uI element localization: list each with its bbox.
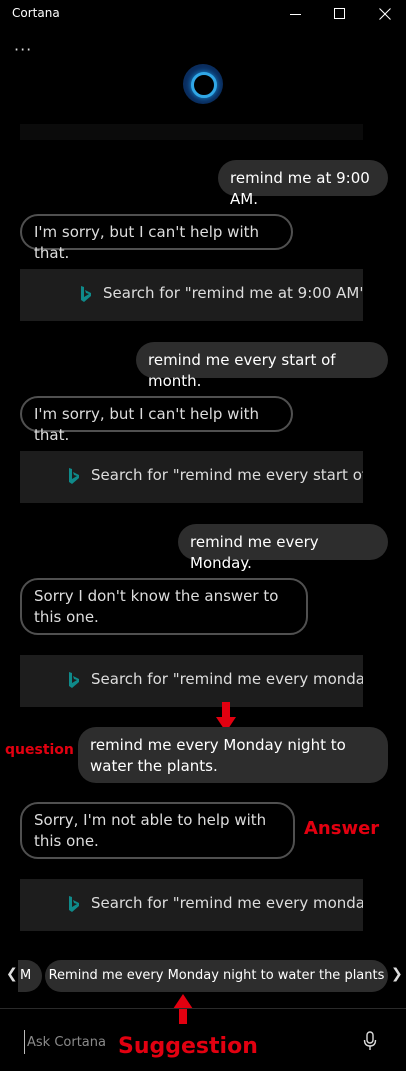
window-title: Cortana — [12, 6, 60, 20]
user-message: remind me every start of month. — [136, 342, 388, 390]
user-message-text: remind me at 9:00 AM. — [230, 169, 370, 208]
bing-icon — [69, 672, 79, 688]
user-message-text: remind me every Monday night to water th… — [90, 736, 346, 775]
user-message: remind me every Monday. — [178, 524, 388, 572]
close-icon — [379, 8, 391, 20]
suggestions-scroll-left-button[interactable]: ❮ — [6, 966, 18, 982]
bot-message: Sorry, I'm not able to help with this on… — [20, 802, 295, 859]
bot-message-text: Sorry, I'm not able to help with this on… — [34, 811, 267, 850]
bot-message: Sorry I don't know the answer to this on… — [20, 578, 308, 635]
bot-message-text: I'm sorry, but I can't help with that. — [34, 223, 260, 262]
more-options-icon[interactable]: ··· — [14, 40, 32, 59]
web-search-card[interactable]: Search for "remind me every start of mo — [20, 451, 363, 503]
suggestion-chip[interactable]: Remind me every Monday night to water th… — [45, 960, 388, 992]
cortana-logo-icon — [183, 64, 223, 104]
user-message: remind me at 9:00 AM. — [218, 160, 388, 208]
previous-card-edge — [20, 124, 363, 140]
bing-icon — [69, 896, 79, 912]
bot-message: I'm sorry, but I can't help with that. — [20, 396, 293, 444]
minimize-button[interactable] — [272, 0, 318, 30]
search-card-label: Search for "remind me every monday n — [91, 894, 363, 912]
title-bar: Cortana — [0, 0, 406, 30]
annotation-suggestion-label: Suggestion — [118, 1034, 258, 1059]
search-card-label: Search for "remind me at 9:00 AM" — [103, 284, 363, 302]
web-search-card[interactable]: Search for "remind me every monday n — [20, 879, 363, 931]
bot-message: I'm sorry, but I can't help with that. — [20, 214, 293, 262]
suggestions-scroll-right-button[interactable]: ❯ — [391, 966, 403, 982]
web-search-card[interactable]: Search for "remind me at 9:00 AM" — [20, 269, 363, 321]
cortana-window: Cortana ··· remind me at 9:00 AM. I'm so… — [0, 0, 406, 1071]
microphone-icon[interactable] — [363, 1031, 377, 1051]
user-message: remind me every Monday night to water th… — [78, 727, 388, 783]
annotation-question-label: question — [5, 742, 74, 758]
web-search-card[interactable]: Search for "remind me every monday" — [20, 655, 363, 707]
input-divider — [0, 1008, 406, 1009]
bot-message-text: I'm sorry, but I can't help with that. — [34, 405, 260, 444]
user-message-text: remind me every start of month. — [148, 351, 336, 390]
user-message-text: remind me every Monday. — [190, 533, 319, 572]
search-card-label: Search for "remind me every start of mo — [91, 466, 363, 484]
close-button[interactable] — [362, 0, 406, 30]
suggestion-chip-text: Remind me every Monday night to water th… — [48, 968, 385, 983]
search-card-label: Search for "remind me every monday" — [91, 670, 363, 688]
bot-message-text: Sorry I don't know the answer to this on… — [34, 587, 279, 626]
maximize-button[interactable] — [318, 0, 364, 30]
bing-icon — [69, 468, 79, 484]
bing-icon — [81, 286, 91, 302]
suggestion-chip-partial[interactable]: M — [18, 960, 42, 992]
annotation-arrow-up — [173, 994, 193, 1024]
annotation-answer-label: Answer — [304, 818, 380, 839]
suggestion-chip-partial-text: M — [20, 968, 32, 983]
